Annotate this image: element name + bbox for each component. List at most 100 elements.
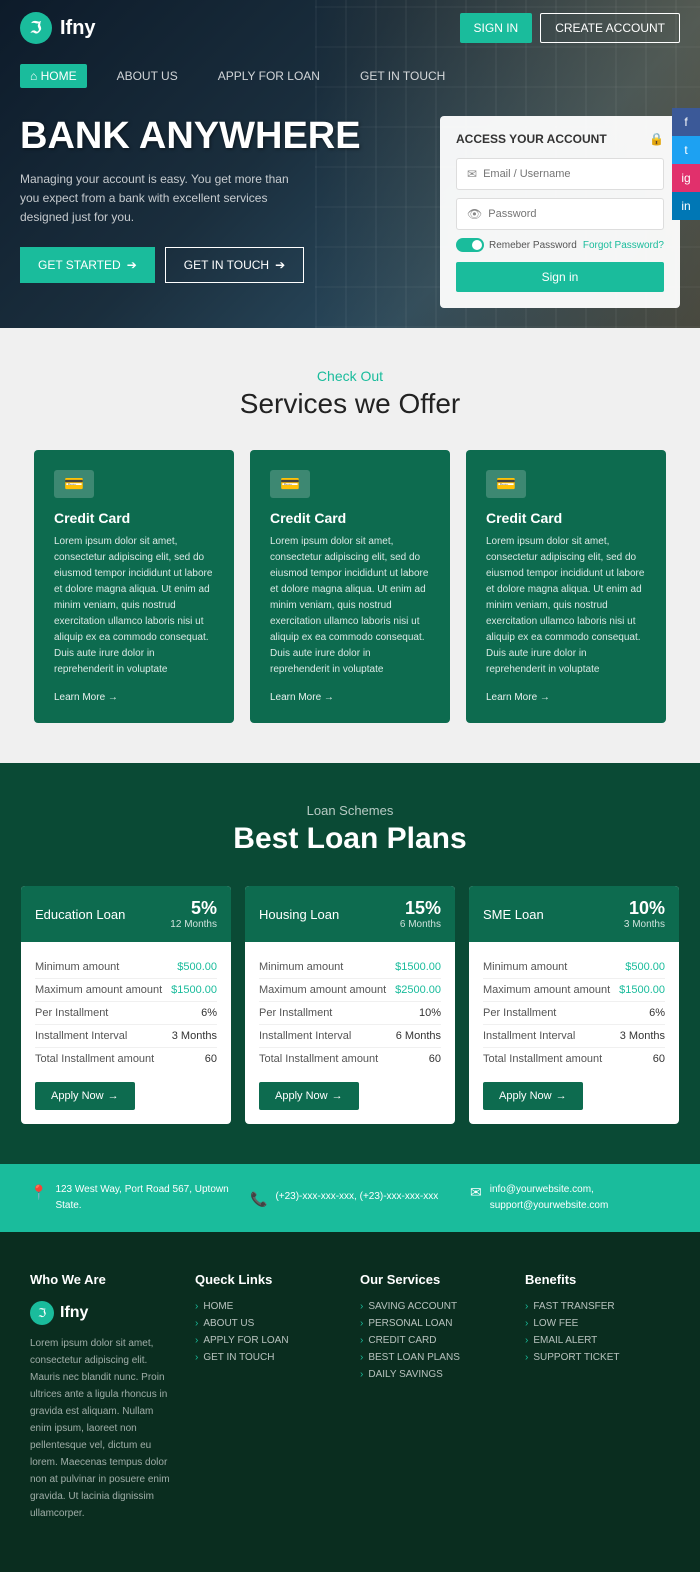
- loan-rate-wrap-sme: 10% 3 Months: [624, 898, 665, 930]
- loan-row-inst-edu: Per Installment 6%: [35, 1002, 217, 1025]
- loan-row-interval-sme: Installment Interval 3 Months: [483, 1025, 665, 1048]
- eye-icon: 👁: [467, 207, 482, 221]
- loan-section: Loan Schemes Best Loan Plans Education L…: [0, 763, 700, 1164]
- card-title-3: Credit Card: [486, 510, 646, 526]
- logo-icon: ℑ: [20, 12, 52, 44]
- loan-subtitle: Loan Schemes: [20, 803, 680, 818]
- password-input[interactable]: [488, 208, 653, 220]
- loans-row: Education Loan 5% 12 Months Minimum amou…: [20, 886, 680, 1124]
- footer-row: Who We Are ℑ Ifny Lorem ipsum dolor sit …: [30, 1272, 670, 1522]
- loan-name-education: Education Loan: [35, 907, 125, 922]
- card-text-3: Lorem ipsum dolor sit amet, consectetur …: [486, 534, 646, 678]
- footer-benefit-email[interactable]: › EMAIL ALERT: [525, 1335, 670, 1346]
- card-title-1: Credit Card: [54, 510, 214, 526]
- learn-more-link-3[interactable]: Learn More →: [486, 692, 646, 703]
- get-in-touch-button[interactable]: GET IN TOUCH ➔: [165, 247, 304, 283]
- footer-service-loan-plans[interactable]: › BEST LOAN PLANS: [360, 1352, 505, 1363]
- top-bar: ℑ Ifny SIGN IN CREATE ACCOUNT: [0, 0, 700, 56]
- footer-links-col: Queck Links › HOME › ABOUT US › APPLY FO…: [195, 1272, 340, 1522]
- card-text-1: Lorem ipsum dolor sit amet, consectetur …: [54, 534, 214, 678]
- loan-row-min-sme: Minimum amount $500.00: [483, 956, 665, 979]
- footer-service-saving[interactable]: › SAVING ACCOUNT: [360, 1301, 505, 1312]
- loan-card-housing: Housing Loan 15% 6 Months Minimum amount…: [245, 886, 455, 1124]
- contact-address: 📍 123 West Way, Port Road 567, Uptown St…: [30, 1182, 230, 1214]
- loan-header-education: Education Loan 5% 12 Months: [21, 886, 231, 942]
- form-title: ACCESS YOUR ACCOUNT: [456, 132, 607, 146]
- service-card-3: 💳 Credit Card Lorem ipsum dolor sit amet…: [466, 450, 666, 723]
- social-sidebar: f t ig in: [672, 108, 700, 220]
- hero-title: BANK ANYWHERE: [20, 116, 420, 158]
- remember-toggle[interactable]: [456, 238, 484, 252]
- services-title: Services we Offer: [30, 388, 670, 420]
- nav-item-home[interactable]: ⌂ HOME: [20, 64, 87, 88]
- address-text: 123 West Way, Port Road 567, Uptown Stat…: [55, 1182, 230, 1214]
- nav-item-contact[interactable]: GET IN TOUCH: [350, 64, 455, 88]
- footer-benefit-transfer[interactable]: › FAST TRANSFER: [525, 1301, 670, 1312]
- loan-row-max-edu: Maximum amount amount $1500.00: [35, 979, 217, 1002]
- get-started-button[interactable]: GET STARTED ➔: [20, 247, 155, 283]
- loan-row-max-hous: Maximum amount amount $2500.00: [259, 979, 441, 1002]
- email-input[interactable]: [483, 168, 653, 180]
- contact-bar: 📍 123 West Way, Port Road 567, Uptown St…: [0, 1164, 700, 1232]
- footer-link-about[interactable]: › ABOUT US: [195, 1318, 340, 1329]
- hero-left: BANK ANYWHERE Managing your account is e…: [20, 116, 440, 308]
- footer-benefit-fee[interactable]: › LOW FEE: [525, 1318, 670, 1329]
- card-icon-wrap-1: 💳: [54, 470, 94, 498]
- facebook-icon[interactable]: f: [672, 108, 700, 136]
- credit-card-icon-2: 💳: [280, 474, 300, 494]
- footer-benefit-support[interactable]: › SUPPORT TICKET: [525, 1352, 670, 1363]
- learn-more-link-2[interactable]: Learn More →: [270, 692, 430, 703]
- forgot-password-link[interactable]: Forgot Password?: [583, 240, 664, 251]
- footer-link-apply[interactable]: › APPLY FOR LOAN: [195, 1335, 340, 1346]
- loan-body-housing: Minimum amount $1500.00 Maximum amount a…: [245, 942, 455, 1124]
- create-account-button[interactable]: CREATE ACCOUNT: [540, 13, 680, 43]
- login-form: ACCESS YOUR ACCOUNT 🔒 ✉ 👁 Remeber Passwo…: [440, 116, 680, 308]
- hero-buttons: GET STARTED ➔ GET IN TOUCH ➔: [20, 247, 420, 283]
- loan-row-inst-hous: Per Installment 10%: [259, 1002, 441, 1025]
- services-cards-row: 💳 Credit Card Lorem ipsum dolor sit amet…: [30, 450, 670, 723]
- credit-card-icon-3: 💳: [496, 474, 516, 494]
- card-text-2: Lorem ipsum dolor sit amet, consectetur …: [270, 534, 430, 678]
- footer-link-contact[interactable]: › GET IN TOUCH: [195, 1352, 340, 1363]
- services-section: Check Out Services we Offer 💳 Credit Car…: [0, 328, 700, 763]
- footer: Who We Are ℑ Ifny Lorem ipsum dolor sit …: [0, 1232, 700, 1572]
- loan-row-min-edu: Minimum amount $500.00: [35, 956, 217, 979]
- loan-row-total-sme: Total Installment amount 60: [483, 1048, 665, 1070]
- footer-about-desc: Lorem ipsum dolor sit amet, consectetur …: [30, 1335, 175, 1522]
- phone-icon: 📞: [250, 1191, 267, 1208]
- instagram-icon[interactable]: ig: [672, 164, 700, 192]
- nav-item-about[interactable]: ABOUT US: [107, 64, 188, 88]
- hero-content: BANK ANYWHERE Managing your account is e…: [0, 96, 700, 328]
- top-buttons: SIGN IN CREATE ACCOUNT: [460, 13, 680, 43]
- learn-more-link-1[interactable]: Learn More →: [54, 692, 214, 703]
- loan-period-housing: 6 Months: [400, 919, 441, 930]
- apply-button-sme[interactable]: Apply Now →: [483, 1082, 583, 1110]
- signin-button[interactable]: SIGN IN: [460, 13, 533, 43]
- signin-form-button[interactable]: Sign in: [456, 262, 664, 292]
- loan-name-housing: Housing Loan: [259, 907, 339, 922]
- card-icon-wrap-3: 💳: [486, 470, 526, 498]
- loan-period-sme: 3 Months: [624, 919, 665, 930]
- twitter-icon[interactable]: t: [672, 136, 700, 164]
- service-card-1: 💳 Credit Card Lorem ipsum dolor sit amet…: [34, 450, 234, 723]
- footer-link-home[interactable]: › HOME: [195, 1301, 340, 1312]
- hero-section: f t ig in ℑ Ifny SIGN IN CREATE ACCOUNT …: [0, 0, 700, 328]
- logo-text: Ifny: [60, 17, 96, 40]
- nav-item-loan[interactable]: APPLY FOR LOAN: [208, 64, 330, 88]
- loan-row-total-edu: Total Installment amount 60: [35, 1048, 217, 1070]
- apply-button-education[interactable]: Apply Now →: [35, 1082, 135, 1110]
- email-text: info@yourwebsite.com, support@yourwebsit…: [490, 1182, 670, 1214]
- loan-card-sme: SME Loan 10% 3 Months Minimum amount $50…: [469, 886, 679, 1124]
- loan-row-min-hous: Minimum amount $1500.00: [259, 956, 441, 979]
- loan-rate-housing: 15%: [400, 898, 441, 919]
- footer-about-title: Who We Are: [30, 1272, 175, 1287]
- apply-button-housing[interactable]: Apply Now →: [259, 1082, 359, 1110]
- footer-service-credit[interactable]: › CREDIT CARD: [360, 1335, 505, 1346]
- footer-services-title: Our Services: [360, 1272, 505, 1287]
- linkedin-icon[interactable]: in: [672, 192, 700, 220]
- email-icon: ✉: [467, 167, 477, 181]
- footer-service-personal[interactable]: › PERSONAL LOAN: [360, 1318, 505, 1329]
- footer-service-savings[interactable]: › DAILY SAVINGS: [360, 1369, 505, 1380]
- contact-email: ✉ info@yourwebsite.com, support@yourwebs…: [470, 1182, 670, 1214]
- loan-body-sme: Minimum amount $500.00 Maximum amount am…: [469, 942, 679, 1124]
